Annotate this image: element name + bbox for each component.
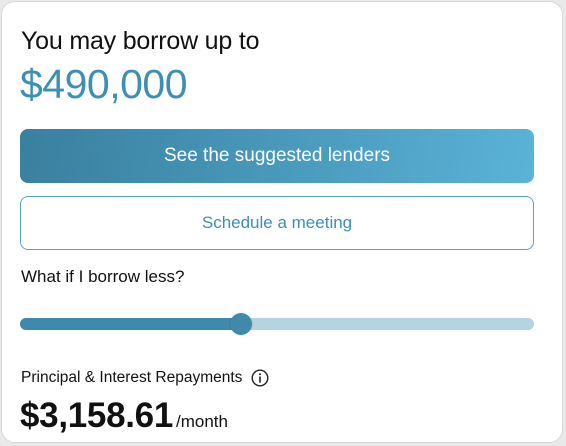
schedule-meeting-button[interactable]: Schedule a meeting <box>20 196 534 250</box>
borrowing-card: You may borrow up to $490,000 See the su… <box>1 1 563 443</box>
repayment-amount-row: $3,158.61 /month <box>20 395 228 437</box>
repayment-label-row: Principal & Interest Repayments <box>21 367 269 389</box>
repayment-unit: /month <box>176 412 228 431</box>
borrow-less-label: What if I borrow less? <box>21 267 185 286</box>
see-suggested-lenders-button[interactable]: See the suggested lenders <box>20 129 534 183</box>
info-icon[interactable] <box>251 369 269 387</box>
borrow-amount: $490,000 <box>20 61 188 107</box>
borrow-amount-slider[interactable] <box>20 313 534 335</box>
repayment-amount: $3,158.61 <box>20 396 174 435</box>
repayment-label: Principal & Interest Repayments <box>21 369 243 386</box>
slider-fill <box>20 318 242 330</box>
slider-thumb[interactable] <box>230 313 253 335</box>
borrow-headline: You may borrow up to <box>21 27 260 55</box>
